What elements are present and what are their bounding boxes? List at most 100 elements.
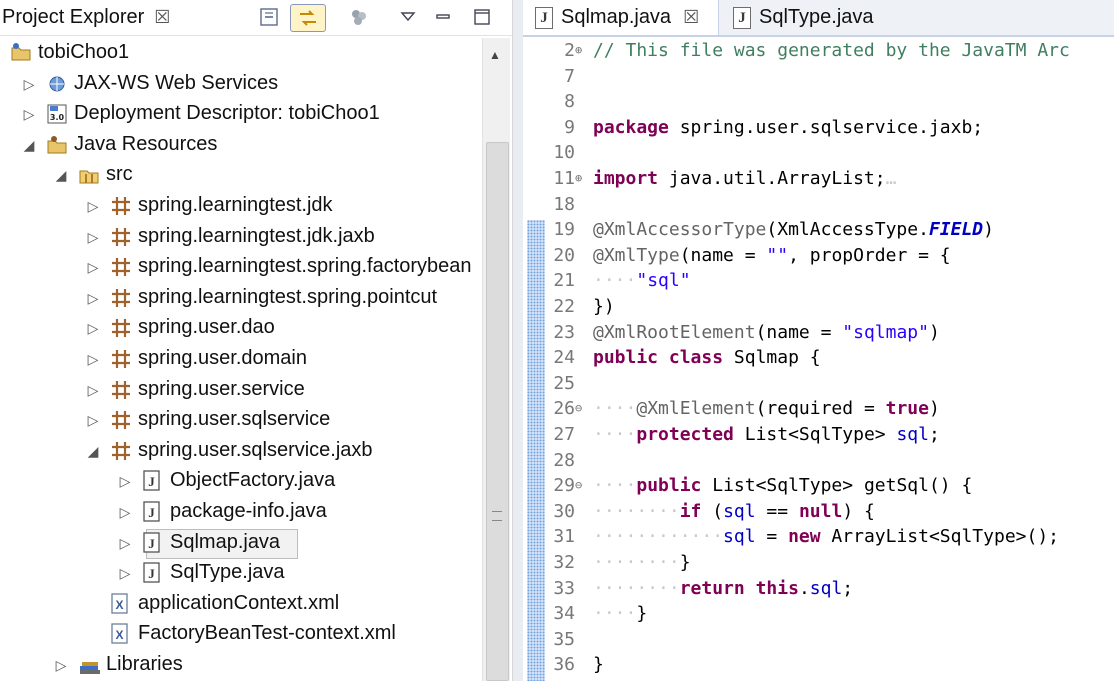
tree-item[interactable]: ▷ J Sqlmap.java: [0, 528, 482, 559]
close-icon[interactable]: ☒: [154, 7, 170, 28]
tree-item[interactable]: ▷ Jpackage-info.java: [0, 497, 482, 527]
collapse-arrow-icon[interactable]: ◢: [22, 137, 36, 154]
link-with-editor-icon[interactable]: [290, 4, 326, 32]
vertical-scrollbar[interactable]: ▲: [482, 38, 510, 681]
expand-arrow-icon[interactable]: ▷: [86, 290, 100, 307]
expand-arrow-icon[interactable]: ▷: [86, 412, 100, 429]
svg-text:J: J: [148, 505, 155, 520]
collapse-all-icon[interactable]: [256, 4, 282, 30]
tree-item-label: Deployment Descriptor: tobiChoo1: [74, 102, 380, 125]
tree-item[interactable]: ◢ spring.user.sqlservice.jaxb: [0, 436, 482, 466]
code-line: 9 package spring.user.sqlservice.jaxb;: [523, 115, 1114, 141]
expand-arrow-icon[interactable]: ▷: [86, 229, 100, 246]
code-text: ········return this.sql;: [593, 577, 854, 599]
tree-item[interactable]: ▷ 3.0 Deployment Descriptor: tobiChoo1: [0, 99, 482, 129]
view-menu-icon[interactable]: [396, 4, 420, 30]
tree-item[interactable]: ▷ spring.user.sqlservice: [0, 405, 482, 435]
tree-item-label: Libraries: [106, 653, 183, 675]
project-explorer-tab[interactable]: Project Explorer ☒: [0, 0, 170, 34]
code-line: 36}: [523, 652, 1114, 678]
expand-arrow-icon[interactable]: ▷: [86, 198, 100, 215]
tree-item[interactable]: ▷ J ObjectFactory.java: [0, 466, 482, 496]
tree-item[interactable]: ▷ spring.learningtest.jdk: [0, 191, 482, 221]
code-text: }: [593, 654, 604, 676]
tree-item-label: spring.user.domain: [138, 347, 307, 369]
tab-sqlmap-java[interactable]: J Sqlmap.java ☒: [523, 0, 719, 35]
close-icon[interactable]: ☒: [683, 7, 699, 28]
svg-text:J: J: [148, 566, 155, 581]
tree-item[interactable]: XapplicationContext.xml: [0, 589, 482, 619]
tab-label: Sqlmap.java: [561, 6, 672, 28]
code-line: 25: [523, 371, 1114, 397]
collapse-arrow-icon[interactable]: ◢: [86, 443, 100, 460]
code-line: 2 ⊕// This file was generated by the Java…: [523, 38, 1114, 64]
scroll-up-arrow-icon[interactable]: ▲: [489, 48, 501, 62]
fold-expand-icon[interactable]: ⊕: [575, 166, 589, 192]
libraries-icon: [78, 654, 100, 676]
code-line: 31 ············sql = new ArrayList<SqlTyp…: [523, 524, 1114, 550]
fold-collapse-icon[interactable]: ⊖: [575, 396, 589, 422]
filter-icon[interactable]: [346, 4, 372, 30]
code-text: ····protected List<SqlType> sql;: [593, 424, 940, 445]
line-number: 29: [553, 475, 575, 497]
code-line: 33 ········return this.sql;: [523, 576, 1114, 602]
project-icon: [10, 42, 32, 64]
scrollbar-thumb[interactable]: [486, 142, 509, 681]
expand-arrow-icon[interactable]: ▷: [118, 473, 132, 490]
expand-arrow-icon[interactable]: ▷: [86, 351, 100, 368]
java-file-icon: J: [733, 6, 751, 29]
tree-item-label: applicationContext.xml: [138, 591, 340, 614]
expand-arrow-icon[interactable]: ▷: [54, 657, 68, 674]
code-text: ········}: [593, 552, 691, 573]
java-editor: J Sqlmap.java ☒ J SqlType.java 2 ⊕// This…: [523, 0, 1114, 681]
tree-item[interactable]: ▷ spring.learningtest.spring.factorybean: [0, 252, 482, 282]
package-icon: [110, 287, 132, 309]
expand-arrow-icon[interactable]: ▷: [86, 382, 100, 399]
package-icon: [110, 317, 132, 339]
tree-item[interactable]: tobiChoo1: [0, 38, 482, 68]
tree-item[interactable]: ▷ spring.learningtest.spring.pointcut: [0, 283, 482, 313]
tree-item[interactable]: ▷ J SqlType.java: [0, 558, 482, 588]
tree-item[interactable]: ▷ spring.learningtest.jdk.jaxb: [0, 222, 482, 252]
tree-item[interactable]: ▷ Libraries: [0, 650, 482, 680]
package-icon: [110, 195, 132, 217]
expand-arrow-icon[interactable]: ▷: [86, 259, 100, 276]
expand-arrow-icon[interactable]: ▷: [118, 504, 132, 521]
code-line: 27 ····protected List<SqlType> sql;: [523, 422, 1114, 448]
tree-item[interactable]: ◢ Java Resources: [0, 130, 482, 160]
code-line: 18: [523, 192, 1114, 218]
code-text: ····public List<SqlType> getSql() {: [593, 475, 973, 497]
tree-item[interactable]: ◢ src: [0, 160, 482, 190]
tree-item-label: spring.learningtest.spring.factorybean: [138, 255, 472, 278]
maximize-icon[interactable]: [470, 4, 494, 30]
line-number: 28: [553, 449, 575, 471]
tree-item-label: Java Resources: [74, 132, 218, 155]
code-line: 32 ········}: [523, 550, 1114, 576]
source-folder-icon: [78, 164, 100, 186]
line-number: 34: [553, 603, 575, 625]
expand-arrow-icon[interactable]: ▷: [22, 76, 36, 93]
fold-collapse-icon[interactable]: ⊖: [575, 473, 589, 499]
code-text: ····}: [593, 603, 648, 625]
code-line: 10: [523, 140, 1114, 166]
expand-arrow-icon[interactable]: ▷: [118, 565, 132, 582]
tree-item[interactable]: ▷ spring.user.dao: [0, 313, 482, 343]
tree-item[interactable]: X FactoryBeanTest-context.xml: [0, 619, 482, 649]
tab-sqltype-java[interactable]: J SqlType.java: [729, 0, 874, 35]
tree-item-label: spring.learningtest.jdk.jaxb: [138, 224, 375, 247]
tree-item[interactable]: ▷ spring.user.service: [0, 375, 482, 405]
java-file-icon: J: [142, 501, 164, 523]
expand-arrow-icon[interactable]: ▷: [86, 320, 100, 337]
minimize-icon[interactable]: [432, 4, 454, 30]
line-number: 11: [553, 168, 575, 189]
tree-item[interactable]: ▷ spring.user.domain: [0, 344, 482, 374]
expand-arrow-icon[interactable]: ▷: [118, 535, 132, 552]
code-line: 29 ⊖ ····public List<SqlType> getSql() {: [523, 473, 1114, 499]
collapse-arrow-icon[interactable]: ◢: [54, 167, 68, 184]
project-explorer-view: Project Explorer ☒ tobiChoo1 ▷ JAX-WS Web …: [0, 0, 512, 681]
line-number: 21: [553, 270, 575, 292]
fold-expand-icon[interactable]: ⊕: [575, 38, 589, 64]
expand-arrow-icon[interactable]: ▷: [22, 106, 36, 123]
tree-item[interactable]: ▷ JAX-WS Web Services: [0, 69, 482, 99]
explorer-tab-bar: Project Explorer ☒: [0, 0, 512, 36]
